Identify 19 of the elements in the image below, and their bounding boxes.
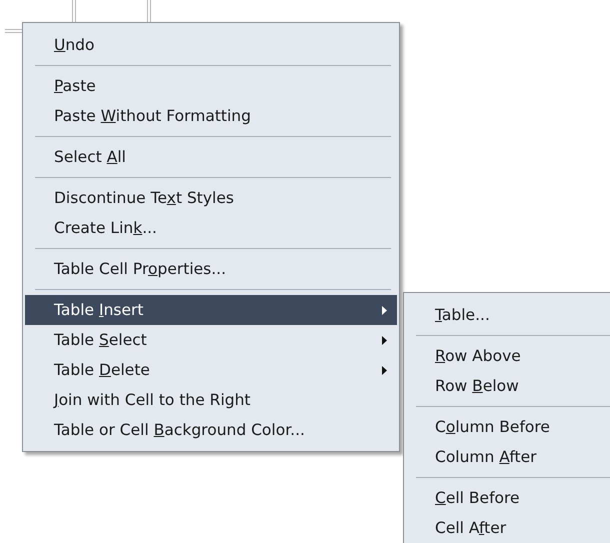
menu-item[interactable]: Paste Without Formatting (25, 101, 397, 131)
menu-item[interactable]: Cell After (406, 513, 610, 543)
menu-item[interactable]: Undo (25, 30, 397, 60)
menu-item[interactable]: Table Delete (25, 355, 397, 385)
menu-item[interactable]: Select All (25, 142, 397, 172)
menu-item[interactable]: Table Cell Properties... (25, 254, 397, 284)
menu-item[interactable]: Table... (406, 300, 610, 330)
menu-item[interactable]: Table Select (25, 325, 397, 355)
menu-item[interactable]: Table Insert (25, 295, 397, 325)
menu-item[interactable]: Join with Cell to the Right (25, 385, 397, 415)
menu-item[interactable]: Row Above (406, 341, 610, 371)
menu-item[interactable]: Table or Cell Background Color... (25, 415, 397, 445)
menu-item[interactable]: Discontinue Text Styles (25, 183, 397, 213)
menu-item[interactable]: Create Link... (25, 213, 397, 243)
menu-item[interactable]: Column After (406, 442, 610, 472)
menu-item[interactable]: Cell Before (406, 483, 610, 513)
menu-item[interactable]: Column Before (406, 412, 610, 442)
menu-item[interactable]: Paste (25, 71, 397, 101)
menu-item[interactable]: Row Below (406, 371, 610, 401)
